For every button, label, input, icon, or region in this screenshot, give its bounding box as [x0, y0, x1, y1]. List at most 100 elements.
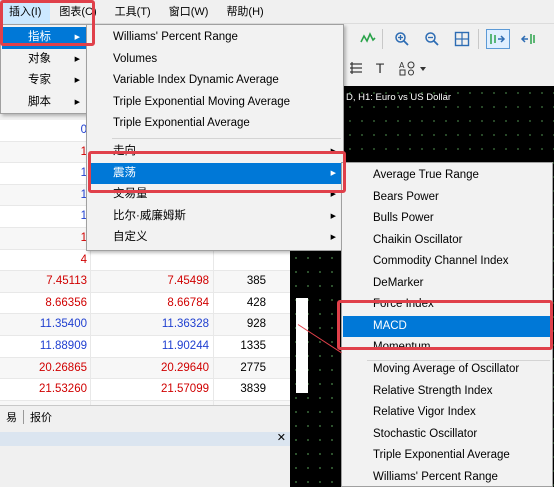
bid-cell: 1 — [80, 188, 87, 201]
chart-title: D, H1: Euro vs US Dollar — [346, 92, 452, 103]
menu-item-moving-average-of-oscillator[interactable]: Moving Average of Oscillator — [343, 359, 551, 381]
menu-item-indicators[interactable]: 指标 ▶ — [2, 27, 86, 49]
indicators-submenu: Williams' Percent Range Volumes Variable… — [86, 24, 344, 251]
ask-cell: 11.90244 — [90, 336, 213, 357]
menu-item-tema[interactable]: Triple Exponential Moving Average — [88, 92, 342, 114]
tab-trading[interactable]: 易 — [0, 409, 23, 425]
svg-text:A: A — [399, 61, 405, 70]
menu-item-label: 专家 — [28, 74, 51, 87]
ask-cell: 21.57099 — [90, 379, 213, 400]
ask-cell: 7.45498 — [90, 271, 213, 292]
menu-item-momentum[interactable]: Momentum — [343, 337, 551, 359]
submenu-arrow-icon: ▶ — [74, 34, 80, 41]
bid-cell: 20.26865 — [39, 361, 87, 374]
spread-cell: 428 — [213, 292, 269, 314]
menu-item-relative-strength-index[interactable]: Relative Strength Index — [343, 381, 551, 403]
spread-cell — [213, 249, 269, 271]
bid-cell: 1 — [80, 167, 87, 180]
menu-item-commodity-channel-index[interactable]: Commodity Channel Index — [343, 251, 551, 273]
menu-item-scripts[interactable]: 脚本 ▶ — [2, 92, 86, 114]
menu-item-chaikin-oscillator[interactable]: Chaikin Oscillator — [343, 230, 551, 252]
indicator-wave-icon[interactable] — [358, 29, 378, 49]
menu-item-macd[interactable]: MACD — [343, 315, 551, 338]
menu-window[interactable]: 窗口(W) — [160, 0, 218, 24]
table-row[interactable]: 7.45113 7.45498 385 — [0, 271, 290, 293]
menu-item-label: 震荡 — [113, 166, 136, 179]
menu-item-custom[interactable]: 自定义 ▶ — [88, 227, 342, 249]
submenu-arrow-icon: ▶ — [74, 55, 80, 63]
menu-separator — [112, 138, 341, 139]
bid-cell: 21.53260 — [39, 383, 87, 396]
menu-item-force-index[interactable]: Force Index — [343, 294, 551, 316]
submenu-arrow-icon: ▶ — [330, 148, 336, 155]
menu-item-oscillators[interactable]: 震荡 ▶ — [88, 162, 342, 185]
table-row[interactable]: 21.53260 21.57099 3839 — [0, 379, 290, 401]
bid-cell: 1 — [80, 210, 87, 223]
menu-item-triple-exponential-average[interactable]: Triple Exponential Average — [343, 445, 551, 467]
menu-item-bill-williams[interactable]: 比尔·威廉姆斯 ▶ — [88, 206, 342, 228]
table-row[interactable]: 4 — [0, 249, 290, 272]
grid-icon[interactable] — [452, 29, 472, 49]
menu-item-volumes[interactable]: Volumes — [88, 49, 342, 71]
zoom-out-icon[interactable] — [422, 29, 442, 49]
bid-cell: 4 — [80, 253, 87, 266]
menu-item-experts[interactable]: 专家 ▶ — [2, 70, 86, 92]
menu-item-objects[interactable]: 对象 ▶ — [2, 49, 86, 71]
menu-item-label: 指标 — [28, 31, 51, 43]
market-watch-tabs: 易 报价 — [0, 405, 290, 427]
navigator-header — [0, 432, 290, 446]
menu-item-label: 交易量 — [113, 188, 148, 201]
bid-cell: 0 — [80, 124, 87, 136]
table-row[interactable]: 8.66356 8.66784 428 — [0, 292, 290, 315]
bid-cell: 1 — [80, 145, 87, 158]
submenu-arrow-icon: ▶ — [330, 212, 336, 220]
submenu-arrow-icon: ▶ — [74, 98, 80, 106]
insert-menu: 指标 ▶ 对象 ▶ 专家 ▶ 脚本 ▶ — [0, 24, 88, 114]
spread-cell: 3839 — [213, 379, 269, 400]
spread-cell: 1335 — [213, 336, 269, 357]
menu-item-label: 比尔·威廉姆斯 — [113, 209, 186, 222]
menu-item-trix[interactable]: Triple Exponential Average — [88, 113, 342, 135]
menu-item-williams-percent-range-osc[interactable]: Williams' Percent Range — [343, 467, 551, 487]
menu-help[interactable]: 帮助(H) — [217, 0, 272, 24]
menu-item-volume[interactable]: 交易量 ▶ — [88, 184, 342, 206]
horizontal-lines-icon[interactable] — [346, 58, 366, 78]
menu-insert[interactable]: 插入(I) — [0, 0, 51, 24]
spread-cell: 2775 — [213, 357, 269, 379]
ask-cell: 20.29640 — [90, 357, 213, 379]
bid-cell: 8.66356 — [45, 296, 87, 309]
menu-chart[interactable]: 图表(C) — [50, 0, 105, 24]
ask-cell: 8.66784 — [90, 292, 213, 314]
table-row[interactable]: 20.26865 20.29640 2775 — [0, 357, 290, 380]
submenu-arrow-icon: ▶ — [74, 77, 80, 85]
menu-item-average-true-range[interactable]: Average True Range — [343, 165, 551, 187]
close-icon[interactable]: ✕ — [277, 431, 286, 444]
menu-item-demarker[interactable]: DeMarker — [343, 273, 551, 295]
menu-item-stochastic-oscillator[interactable]: Stochastic Oscillator — [343, 424, 551, 446]
submenu-arrow-icon: ▶ — [330, 234, 336, 242]
table-row[interactable]: 11.35400 11.36328 928 — [0, 314, 290, 336]
chart-shift-icon[interactable] — [516, 29, 540, 49]
menu-bar: 插入(I) 图表(C) 工具(T) 窗口(W) 帮助(H) — [0, 0, 554, 24]
chart-panel — [296, 298, 308, 393]
submenu-arrow-icon: ▶ — [330, 191, 336, 199]
ask-cell — [90, 249, 213, 271]
bid-cell: 11.35400 — [39, 318, 87, 331]
menu-item-bulls-power[interactable]: Bulls Power — [343, 208, 551, 230]
menu-tools[interactable]: 工具(T) — [106, 0, 160, 24]
table-row[interactable]: 11.88909 11.90244 1335 — [0, 336, 290, 358]
spread-cell: 385 — [213, 271, 269, 292]
shapes-dropdown-icon[interactable]: A — [396, 58, 430, 78]
autoscroll-icon[interactable] — [486, 29, 510, 49]
zoom-in-icon[interactable] — [392, 29, 412, 49]
menu-item-trend[interactable]: 走向 ▶ — [88, 141, 342, 163]
tab-quotes[interactable]: 报价 — [24, 409, 58, 425]
toolbar-separator — [382, 29, 383, 49]
text-tool-icon[interactable]: T — [370, 58, 390, 78]
menu-item-label: 脚本 — [28, 95, 51, 108]
oscillators-submenu: Average True Range Bears Power Bulls Pow… — [341, 162, 553, 487]
menu-item-bears-power[interactable]: Bears Power — [343, 187, 551, 209]
menu-item-relative-vigor-index[interactable]: Relative Vigor Index — [343, 402, 551, 424]
menu-item-williams-percent-range[interactable]: Williams' Percent Range — [88, 27, 342, 49]
menu-item-vidya[interactable]: Variable Index Dynamic Average — [88, 70, 342, 92]
